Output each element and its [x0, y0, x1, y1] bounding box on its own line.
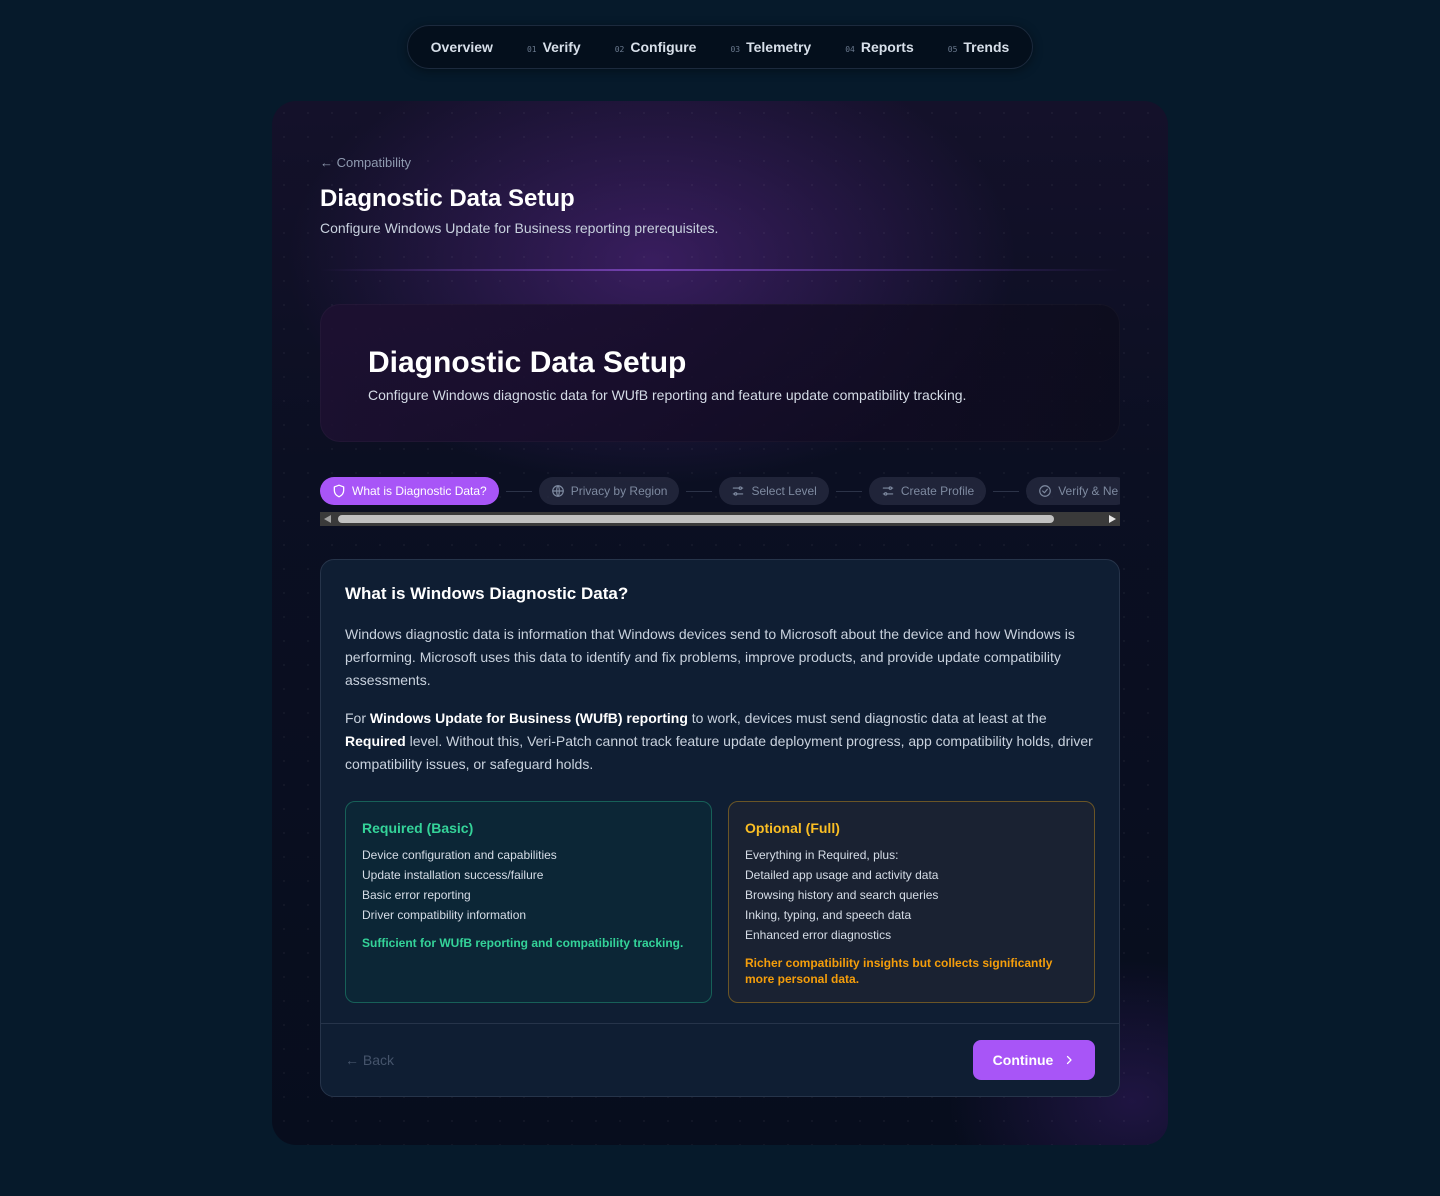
stepper-scrollbar[interactable] [320, 512, 1120, 526]
back-button[interactable]: ← Back [345, 1052, 394, 1068]
intro-paragraph: Windows diagnostic data is information t… [345, 626, 1075, 688]
step-connector [505, 490, 532, 492]
nav-number: 05 [947, 45, 958, 54]
optional-level-card: Optional (Full) Everything in Required, … [728, 801, 1095, 1003]
hero-subtitle: Configure Windows diagnostic data for WU… [368, 387, 967, 403]
sliders-icon [733, 486, 744, 496]
nav-label: Overview [430, 39, 493, 55]
list-item: Driver compatibility information [362, 908, 527, 922]
step-label: What is Diagnostic Data? [352, 484, 487, 498]
nav-label: Configure [630, 39, 697, 55]
requirement-paragraph: For Windows Update for Business (WUfB) r… [345, 710, 1093, 772]
nav-number: 02 [614, 45, 625, 54]
optional-list: Everything in Required, plus: Detailed a… [745, 845, 1078, 945]
nav-overview[interactable]: Overview [414, 39, 510, 55]
step-label: Verify & Ne [1058, 484, 1119, 498]
step-select-level[interactable]: Select Level [719, 477, 829, 505]
main-card: ← Compatibility Diagnostic Data Setup Co… [272, 101, 1168, 1145]
hero-banner: Diagnostic Data Setup Configure Windows … [320, 304, 1120, 442]
top-nav: Overview 01 Verify 02 Configure 03 Telem… [407, 25, 1033, 69]
step-privacy-by-region[interactable]: Privacy by Region [538, 477, 680, 505]
nav-label: Reports [860, 39, 914, 55]
nav-reports[interactable]: 04 Reports [828, 39, 931, 55]
hero-title: Diagnostic Data Setup [368, 346, 687, 379]
continue-button[interactable]: Continue [973, 1040, 1095, 1080]
list-item: Browsing history and search queries [745, 888, 939, 902]
step-connector [835, 490, 862, 492]
optional-title: Optional (Full) [745, 820, 840, 836]
list-item: Detailed app usage and activity data [745, 868, 939, 882]
panel-heading: What is Windows Diagnostic Data? [345, 584, 629, 603]
content-panel: What is Windows Diagnostic Data? Windows… [320, 559, 1120, 1097]
optional-note: Richer compatibility insights but collec… [745, 956, 1053, 986]
nav-label: Telemetry [746, 39, 812, 55]
step-verify[interactable]: Verify & Ne [1026, 477, 1120, 505]
nav-number: 04 [845, 45, 855, 54]
sliders-icon [882, 486, 894, 496]
chevron-right-icon [1067, 1055, 1072, 1065]
nav-number: 01 [526, 45, 537, 54]
nav-configure[interactable]: 02 Configure [598, 39, 714, 55]
wizard-stepper: What is Diagnostic Data? Privacy by Regi… [320, 476, 1120, 506]
required-note: Sufficient for WUfB reporting and compat… [362, 936, 684, 950]
required-title: Required (Basic) [362, 820, 474, 836]
list-item: Inking, typing, and speech data [745, 908, 912, 922]
list-item: Device configuration and capabilities [362, 848, 557, 862]
shield-icon [333, 484, 345, 498]
required-list: Device configuration and capabilities Up… [362, 845, 695, 925]
scrollbar-thumb[interactable] [338, 515, 1054, 523]
step-connector [993, 490, 1020, 492]
nav-trends[interactable]: 05 Trends [931, 39, 1027, 55]
scroll-left-arrow-icon[interactable] [324, 515, 331, 523]
step-connector [686, 490, 713, 492]
continue-label: Continue [992, 1052, 1054, 1068]
list-item: Update installation success/failure [362, 868, 544, 882]
required-level-card: Required (Basic) Device configuration an… [345, 801, 712, 1003]
step-label: Privacy by Region [570, 484, 668, 498]
breadcrumb-compatibility[interactable]: ← Compatibility [320, 155, 411, 170]
header-divider [320, 269, 1120, 271]
step-create-profile[interactable]: Create Profile [868, 477, 987, 505]
nav-verify[interactable]: 01 Verify [510, 39, 598, 55]
check-circle-icon [1039, 485, 1052, 497]
list-item: Enhanced error diagnostics [745, 928, 892, 942]
panel-footer: ← Back Continue [321, 1023, 1119, 1096]
step-label: Create Profile [900, 484, 975, 498]
page-title: Diagnostic Data Setup [320, 185, 575, 212]
nav-number: 03 [730, 45, 741, 54]
nav-label: Trends [963, 39, 1010, 55]
step-label: Select Level [751, 484, 817, 498]
page-subtitle: Configure Windows Update for Business re… [320, 220, 719, 236]
step-what-is-diagnostic-data[interactable]: What is Diagnostic Data? [320, 477, 499, 505]
list-item: Basic error reporting [362, 888, 471, 902]
list-item: Everything in Required, plus: [745, 848, 899, 862]
nav-label: Verify [542, 39, 581, 55]
globe-icon [551, 485, 564, 497]
nav-telemetry[interactable]: 03 Telemetry [713, 39, 828, 55]
scroll-right-arrow-icon[interactable] [1109, 515, 1116, 523]
